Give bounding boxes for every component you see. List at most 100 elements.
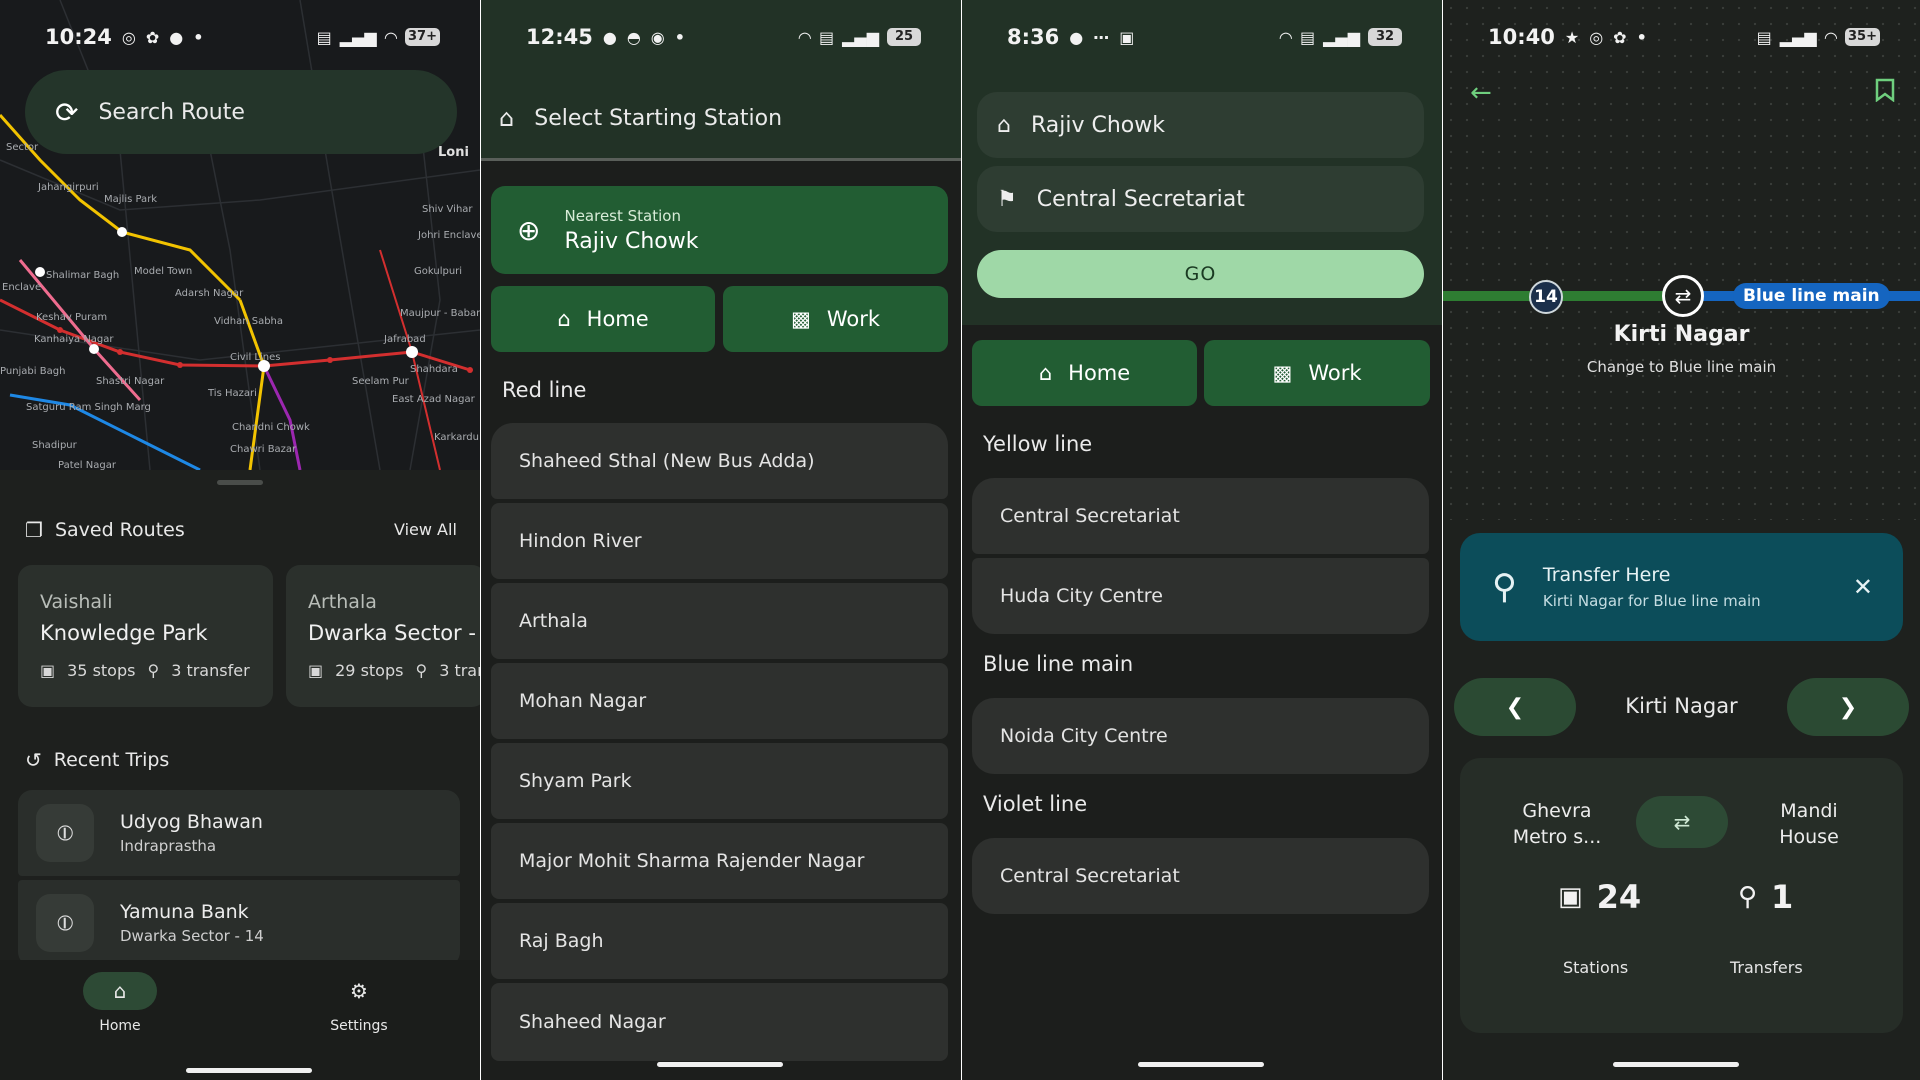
search-route-button[interactable]: ⟳ Search Route bbox=[25, 70, 457, 154]
status-bar: 8:36 ● ⋯ ▣ ◠ ▤ ▂▄▆ 32 bbox=[962, 22, 1442, 52]
transfers-count: 1 bbox=[1771, 878, 1794, 916]
home-icon: ⌂ bbox=[997, 112, 1011, 138]
nav-settings[interactable]: ⚙ Settings bbox=[322, 972, 396, 1034]
station-item[interactable]: Arthala bbox=[491, 583, 948, 659]
home-button[interactable]: ⌂ Home bbox=[972, 340, 1197, 406]
briefcase-icon: ▩ bbox=[1272, 361, 1293, 385]
map-label: Patel Nagar bbox=[58, 460, 117, 470]
summary-to: Mandi House bbox=[1779, 800, 1839, 848]
close-icon[interactable]: ✕ bbox=[1853, 573, 1873, 601]
go-button[interactable]: GO bbox=[977, 250, 1424, 298]
flag-icon: ⚑ bbox=[997, 186, 1017, 212]
home-label: Home bbox=[1068, 361, 1131, 385]
wifi-icon: ◠ bbox=[384, 27, 398, 47]
stations-count: 24 bbox=[1596, 878, 1642, 916]
trip-sub: Indraprastha bbox=[120, 837, 217, 855]
map-label: Chawri Bazar bbox=[230, 444, 297, 455]
map-label: Shalimar Bagh bbox=[46, 270, 119, 281]
station-subtitle: Change to Blue line main bbox=[1586, 358, 1777, 376]
wifi-icon: ◠ bbox=[1824, 27, 1838, 47]
station-item[interactable]: Mohan Nagar bbox=[491, 663, 948, 739]
route-to: Knowledge Park bbox=[40, 621, 208, 645]
station-item[interactable]: Central Secretariat bbox=[972, 478, 1429, 554]
home-screen: 10:24 ◎ ✿ ● • ▤ ▂▄▆ ◠ 37+ Loni Jahangirp… bbox=[0, 0, 480, 1080]
to-station-field[interactable]: ⚑ Central Secretariat bbox=[977, 166, 1424, 232]
trip-name: Udyog Bhawan bbox=[120, 811, 263, 833]
saved-route-card[interactable]: Arthala Dwarka Sector - 1 ▣ 29 stops ⚲ 3 t… bbox=[286, 565, 480, 707]
volte-icon: ▤ bbox=[1756, 27, 1772, 47]
swap-icon[interactable]: ⇄ bbox=[1636, 796, 1728, 848]
recent-trip-item[interactable]: ⦶ Yamuna Bank Dwarka Sector - 14 bbox=[18, 880, 460, 966]
home-icon: ⌂ bbox=[499, 104, 515, 132]
sheet-drag-handle[interactable] bbox=[217, 480, 263, 485]
from-station-value: Rajiv Chowk bbox=[1030, 112, 1165, 138]
station-item[interactable]: Shyam Park bbox=[491, 743, 948, 819]
page-title-text: Select Starting Station bbox=[534, 105, 783, 131]
route-search-screen: 8:36 ● ⋯ ▣ ◠ ▤ ▂▄▆ 32 ⌂ Rajiv Chowk ⚑ Ce… bbox=[962, 0, 1442, 1080]
more-icon: ⋯ bbox=[1093, 27, 1110, 47]
map-label: Shastri Nagar bbox=[96, 376, 165, 387]
station-item[interactable]: Shaheed Nagar bbox=[491, 983, 948, 1061]
transfer-here-card[interactable]: ⚲ Transfer Here Kirti Nagar for Blue lin… bbox=[1460, 533, 1903, 641]
status-bar: 10:24 ◎ ✿ ● • ▤ ▂▄▆ ◠ 37+ bbox=[0, 22, 480, 52]
signal-icon: ▂▄▆ bbox=[339, 27, 377, 47]
route-transfers: 3 transfer bbox=[171, 661, 250, 680]
summary-from: Ghevra Metro s... bbox=[1512, 800, 1602, 848]
home-label: Home bbox=[586, 307, 649, 331]
status-bar: 12:45 ● ◓ ◉ • ◠ ▤ ▂▄▆ 25 bbox=[481, 22, 961, 52]
dot-icon: • bbox=[193, 27, 204, 47]
back-arrow-icon[interactable]: ← bbox=[1470, 78, 1492, 108]
station-item[interactable]: Hindon River bbox=[491, 503, 948, 579]
view-all-link[interactable]: View All bbox=[394, 520, 457, 539]
line-heading: Blue line main bbox=[983, 652, 1134, 676]
map-label: East Azad Nagar bbox=[392, 394, 476, 405]
nav-settings-label: Settings bbox=[330, 1018, 388, 1034]
train-icon: ▣ bbox=[40, 661, 56, 680]
work-button[interactable]: ▩ Work bbox=[723, 286, 948, 352]
to-station-value: Central Secretariat bbox=[1036, 186, 1245, 212]
map-label: Chandni Chowk bbox=[232, 422, 310, 433]
from-station-field[interactable]: ⌂ Rajiv Chowk bbox=[977, 92, 1424, 158]
transfer-node-icon[interactable]: ⇄ bbox=[1662, 275, 1704, 317]
home-icon: ⌂ bbox=[1038, 361, 1053, 385]
station-item[interactable]: Shaheed Sthal (New Bus Adda) bbox=[491, 423, 948, 499]
app-icon: ◓ bbox=[626, 27, 641, 47]
signal-icon: ▂▄▆ bbox=[842, 27, 879, 47]
bottom-navigation: ⌂ Home ⚙ Settings bbox=[0, 960, 480, 1080]
nearest-station-button[interactable]: ⊕ Nearest Station Rajiv Chowk bbox=[491, 186, 948, 274]
station-item[interactable]: Huda City Centre bbox=[972, 558, 1429, 634]
gesture-bar bbox=[1138, 1062, 1264, 1067]
map-label: Adarsh Nagar bbox=[175, 288, 244, 299]
home-button[interactable]: ⌂ Home bbox=[491, 286, 715, 352]
train-icon: ▣ bbox=[308, 661, 324, 680]
work-button[interactable]: ▩ Work bbox=[1204, 340, 1430, 406]
station-item[interactable]: Central Secretariat bbox=[972, 838, 1429, 914]
recent-trip-item[interactable]: ⦶ Udyog Bhawan Indraprastha bbox=[18, 790, 460, 876]
station-item[interactable]: Noida City Centre bbox=[972, 698, 1429, 774]
route-canvas[interactable] bbox=[1443, 0, 1920, 520]
saved-route-card[interactable]: Vaishali Knowledge Park ▣ 35 stops ⚲ 3 tra… bbox=[18, 565, 273, 707]
battery-indicator: 32 bbox=[1368, 28, 1402, 46]
chat-icon: ● bbox=[602, 27, 617, 47]
linkedin-icon: ▣ bbox=[1119, 27, 1135, 47]
notification-icon: ✿ bbox=[1613, 27, 1627, 47]
station-item[interactable]: Major Mohit Sharma Rajender Nagar bbox=[491, 823, 948, 899]
battery-indicator: 35+ bbox=[1845, 28, 1880, 46]
line-heading: Yellow line bbox=[983, 432, 1093, 456]
map-label: Satguru Ram Singh Marg bbox=[26, 402, 151, 413]
gesture-bar bbox=[186, 1068, 312, 1073]
map-label: Majlis Park bbox=[104, 194, 157, 205]
next-station-button[interactable]: ❯ bbox=[1787, 678, 1909, 736]
bookmark-icon[interactable] bbox=[1875, 78, 1895, 102]
chat-icon: ● bbox=[169, 27, 184, 47]
station-name: Kirti Nagar bbox=[1613, 322, 1750, 347]
nav-home[interactable]: ⌂ Home bbox=[83, 972, 157, 1034]
work-label: Work bbox=[1308, 361, 1362, 385]
station-item[interactable]: Raj Bagh bbox=[491, 903, 948, 979]
status-time: 8:36 bbox=[1007, 25, 1060, 49]
map-label: Shiv Vihar bbox=[422, 204, 473, 215]
status-time: 10:24 bbox=[45, 25, 112, 49]
saved-routes-header: ❐ Saved Routes bbox=[25, 518, 185, 542]
map-label: Keshav Puram bbox=[36, 312, 107, 323]
recent-trips-header: ↺ Recent Trips bbox=[25, 748, 169, 772]
